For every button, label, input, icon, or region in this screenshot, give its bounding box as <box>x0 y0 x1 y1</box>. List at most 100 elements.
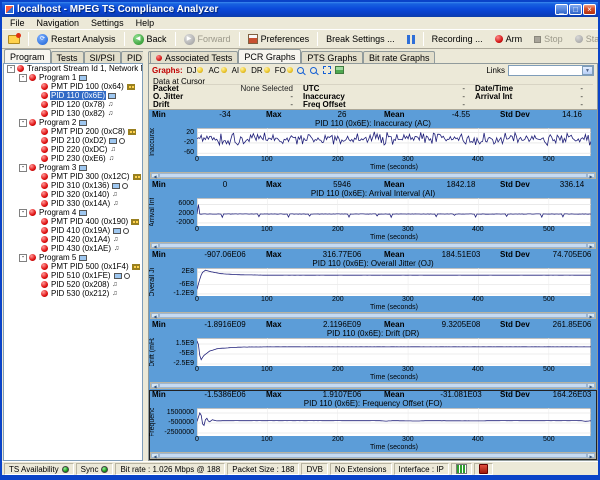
minimize-button[interactable]: _ <box>555 4 568 15</box>
scroll-left-icon[interactable]: ◀ <box>151 453 159 458</box>
break-settings-button[interactable]: Break Settings ... <box>320 31 401 48</box>
graph-plot[interactable] <box>197 198 591 226</box>
menu-help[interactable]: Help <box>130 18 161 28</box>
tree-item[interactable]: -Program 1 <box>4 73 142 82</box>
tree-item[interactable]: PID 120 (0x78)♫ <box>4 100 142 109</box>
zoom-in-icon[interactable] <box>297 67 304 74</box>
preferences-button[interactable]: Preferences <box>242 31 316 48</box>
tree-item[interactable]: -Program 2 <box>4 118 142 127</box>
menu-navigation[interactable]: Navigation <box>31 18 86 28</box>
tab-associated-tests[interactable]: Associated Tests <box>150 51 238 63</box>
graph-plot[interactable] <box>197 268 591 296</box>
maximize-button[interactable]: □ <box>569 4 582 15</box>
scroll-thumb[interactable] <box>159 453 587 458</box>
graph-toggles: DJ AC AI DR FO <box>187 66 293 75</box>
tree-item[interactable]: PID 520 (0x208)♫ <box>4 280 142 289</box>
graph-plot[interactable] <box>197 338 591 366</box>
arm-button[interactable]: Arm <box>489 31 529 48</box>
graph-toggle-ai[interactable]: AI <box>232 66 247 75</box>
tree-item[interactable]: PID 220 (0xDC)♫ <box>4 145 142 154</box>
tree-item[interactable]: PID 210 (0xD2) <box>4 136 142 145</box>
tab-pts-graphs[interactable]: PTS Graphs <box>301 51 363 63</box>
tab-si-psi[interactable]: SI/PSI <box>84 51 122 63</box>
tree-item[interactable]: PID 510 (0x1FE) <box>4 271 142 280</box>
title-bar[interactable]: localhost - MPEG TS Compliance Analyzer … <box>2 2 598 17</box>
scroll-thumb[interactable] <box>159 383 587 388</box>
graph-toggle-ac[interactable]: AC <box>208 66 226 75</box>
links-combobox[interactable]: ▼ <box>508 65 594 76</box>
tree-item[interactable]: PMT PID 200 (0xC8) <box>4 127 142 136</box>
scroll-right-icon[interactable]: ▶ <box>587 383 595 388</box>
tree-expander-icon[interactable]: - <box>19 209 27 217</box>
scroll-right-icon[interactable]: ▶ <box>587 453 595 458</box>
tree-item[interactable]: -Transport Stream Id 1, Network Name: AD… <box>4 64 142 73</box>
tree-expander-icon[interactable]: - <box>7 65 15 73</box>
start-button[interactable]: Start <box>569 31 600 48</box>
tree-item[interactable]: PID 530 (0x212)♫ <box>4 289 142 298</box>
tab-tests[interactable]: Tests <box>51 51 84 63</box>
graph-plot[interactable] <box>197 128 591 156</box>
scroll-left-icon[interactable]: ◀ <box>151 173 159 178</box>
graph-plot[interactable] <box>197 408 591 436</box>
scroll-right-icon[interactable]: ▶ <box>587 173 595 178</box>
graph-scrollbar[interactable]: ◀▶ <box>150 172 596 179</box>
zoom-out-icon[interactable] <box>310 67 317 74</box>
graph-scrollbar[interactable]: ◀▶ <box>150 312 596 319</box>
graph-scrollbar[interactable]: ◀▶ <box>150 382 596 389</box>
x-axis-label: Time (seconds) <box>197 234 591 242</box>
tree-item[interactable]: PID 430 (0x1AE)♫ <box>4 244 142 253</box>
graph-toggle-dj[interactable]: DJ <box>187 66 204 75</box>
tree-item[interactable]: -Program 5 <box>4 253 142 262</box>
graph-toggle-fo[interactable]: FO <box>275 66 293 75</box>
scroll-thumb[interactable] <box>159 243 587 248</box>
tree-expander-icon[interactable]: - <box>19 74 27 82</box>
scroll-right-icon[interactable]: ▶ <box>587 313 595 318</box>
tree-item[interactable]: PID 130 (0x82)♫ <box>4 109 142 118</box>
tab-bit-rate-graphs[interactable]: Bit rate Graphs <box>363 51 436 63</box>
export-image-icon[interactable] <box>335 66 344 74</box>
pause-button[interactable] <box>401 31 421 48</box>
tree-item[interactable]: PID 310 (0x136) <box>4 181 142 190</box>
tv-icon <box>108 93 116 99</box>
forward-button[interactable]: ▶Forward <box>178 31 237 48</box>
tab-program[interactable]: Program <box>4 49 51 63</box>
tree-item[interactable]: PID 110 (0x6E) <box>4 91 142 100</box>
tv-icon <box>113 228 121 234</box>
tree-item[interactable]: PID 410 (0x19A) <box>4 226 142 235</box>
menu-settings[interactable]: Settings <box>85 18 130 28</box>
tree-item[interactable]: -Program 4 <box>4 208 142 217</box>
combo-dropdown-icon[interactable]: ▼ <box>582 66 593 75</box>
tree-item[interactable]: -Program 3 <box>4 163 142 172</box>
scroll-thumb[interactable] <box>159 173 587 178</box>
tree-item[interactable]: PMT PID 400 (0x190) <box>4 217 142 226</box>
scroll-left-icon[interactable]: ◀ <box>151 243 159 248</box>
open-button[interactable] <box>2 31 26 48</box>
tree-item[interactable]: PMT PID 300 (0x12C) <box>4 172 142 181</box>
graph-scrollbar[interactable]: ◀▶ <box>150 242 596 249</box>
scroll-left-icon[interactable]: ◀ <box>151 383 159 388</box>
tree-item[interactable]: PID 320 (0x140)♫ <box>4 190 142 199</box>
scroll-right-icon[interactable]: ▶ <box>587 243 595 248</box>
graph-scrollbar[interactable]: ◀▶ <box>150 452 596 459</box>
scroll-thumb[interactable] <box>159 313 587 318</box>
tree-expander-icon[interactable]: - <box>19 164 27 172</box>
tree-item[interactable]: PID 330 (0x14A)♫ <box>4 199 142 208</box>
tree-item[interactable]: PID 420 (0x1A4)♫ <box>4 235 142 244</box>
tree-item[interactable]: PID 230 (0xE6)♫ <box>4 154 142 163</box>
close-button[interactable]: × <box>583 4 596 15</box>
stop-button[interactable]: Stop <box>528 31 569 48</box>
fit-view-icon[interactable] <box>323 66 331 74</box>
stat-value-mean: -4.55 <box>425 110 497 119</box>
menu-file[interactable]: File <box>4 18 31 28</box>
tree-item-label: PMT PID 400 (0x190) <box>50 217 129 226</box>
program-tree[interactable]: -Transport Stream Id 1, Network Name: AD… <box>3 63 143 461</box>
tab-pcr-graphs[interactable]: PCR Graphs <box>238 49 301 63</box>
graph-toggle-dr[interactable]: DR <box>251 66 270 75</box>
restart-analysis-button[interactable]: ⟳Restart Analysis <box>31 31 122 48</box>
tree-expander-icon[interactable]: - <box>19 254 27 262</box>
back-button[interactable]: ◀Back <box>127 31 173 48</box>
tree-item[interactable]: PMT PID 100 (0x64) <box>4 82 142 91</box>
tree-expander-icon[interactable]: - <box>19 119 27 127</box>
tree-item[interactable]: PMT PID 500 (0x1F4) <box>4 262 142 271</box>
scroll-left-icon[interactable]: ◀ <box>151 313 159 318</box>
